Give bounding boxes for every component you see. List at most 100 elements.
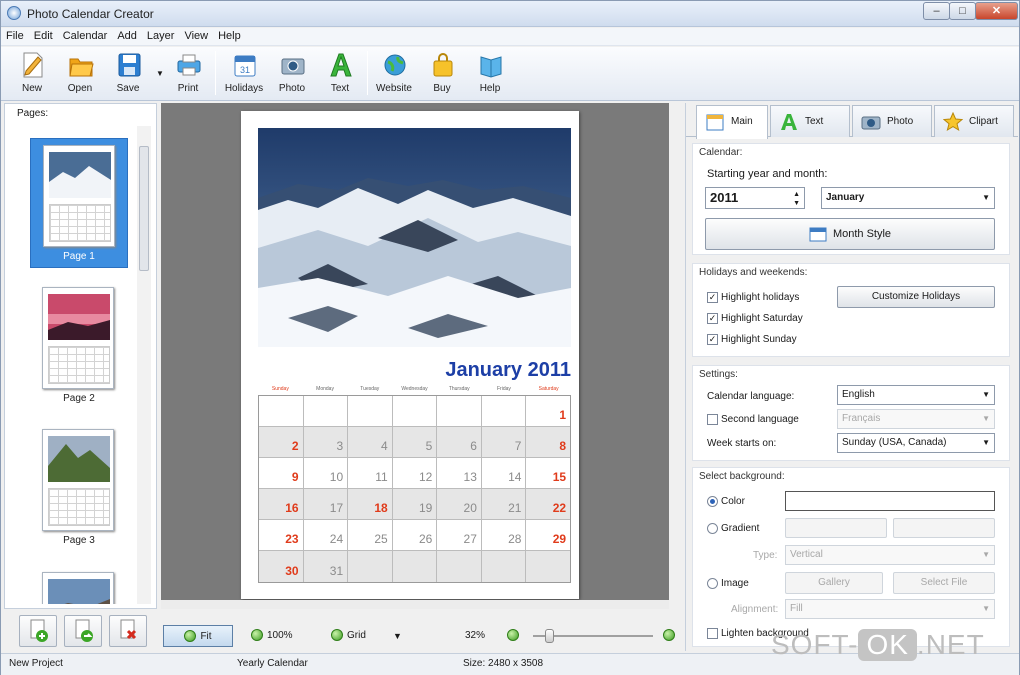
text-button[interactable]: Text <box>317 49 363 99</box>
gradient-radio[interactable] <box>707 523 718 534</box>
second-language-checkbox[interactable] <box>707 414 718 425</box>
image-radio[interactable] <box>707 578 718 589</box>
page-thumb-2[interactable]: Page 2 <box>30 281 128 411</box>
watermark-part-b: OK <box>858 629 917 661</box>
text-a-icon <box>781 114 797 130</box>
highlight-holidays-checkbox[interactable]: ✓ <box>707 292 718 303</box>
canvas-hscrollbar[interactable] <box>161 600 669 609</box>
page-thumb-3[interactable]: Page 3 <box>30 423 128 553</box>
alignment-select[interactable]: Fill ▼ <box>785 599 995 619</box>
calendar-page[interactable]: January 2011 Sunday Monday Tuesday Wedne… <box>241 111 579 599</box>
tab-photo[interactable]: Photo <box>852 105 932 137</box>
mountain-photo[interactable] <box>258 128 571 347</box>
page-thumb-4[interactable] <box>30 566 128 604</box>
page-buttons <box>1 611 161 651</box>
zoom-out-button[interactable] <box>507 625 523 647</box>
zoom-slider[interactable] <box>533 629 653 643</box>
second-language-select[interactable]: Français ▼ <box>837 409 995 429</box>
month-select[interactable]: January ▼ <box>821 187 995 209</box>
thumb-paper <box>42 572 114 604</box>
menu-layer[interactable]: Layer <box>142 28 180 42</box>
day-number: 17 <box>329 501 344 515</box>
grid-button[interactable]: Grid <box>331 625 366 647</box>
close-button[interactable]: ✕ <box>975 2 1018 20</box>
open-button[interactable]: Open <box>57 49 103 99</box>
customize-holidays-button[interactable]: Customize Holidays <box>837 286 995 308</box>
menu-file[interactable]: File <box>1 28 29 42</box>
status-project: New Project <box>9 658 63 669</box>
day-number: 7 <box>514 439 522 453</box>
week-starts-label: Week starts on: <box>707 438 777 449</box>
calendar-language-select[interactable]: English ▼ <box>837 385 995 405</box>
pages-scrollbar-thumb[interactable] <box>139 146 149 271</box>
gallery-button[interactable]: Gallery <box>785 572 883 594</box>
gradient-color-2[interactable] <box>893 518 995 538</box>
zoom-slider-knob[interactable] <box>545 629 554 643</box>
save-button[interactable]: Save <box>105 49 151 99</box>
gradient-color-1[interactable] <box>785 518 887 538</box>
tab-clipart[interactable]: Clipart <box>934 105 1014 137</box>
menu-help[interactable]: Help <box>213 28 246 42</box>
menu-edit[interactable]: Edit <box>29 28 58 42</box>
minimize-button[interactable]: – <box>923 2 950 20</box>
status-calendar-type: Yearly Calendar <box>237 658 308 669</box>
website-button[interactable]: Website <box>371 49 417 99</box>
day-cell: 7 <box>481 427 527 458</box>
month-title[interactable]: January 2011 <box>351 359 571 382</box>
day-cell: 3 <box>303 427 349 458</box>
grid-dropdown-arrow[interactable]: ▼ <box>393 625 402 647</box>
week-row: 16 17 18 19 20 21 22 <box>259 489 571 520</box>
spinner-arrows-icon[interactable]: ▲ ▼ <box>793 190 800 208</box>
photo-camera-icon <box>861 116 881 130</box>
zoom-in-button[interactable] <box>663 625 679 647</box>
thumb-mountain-image <box>49 152 111 198</box>
new-button[interactable]: New <box>9 49 55 99</box>
color-radio[interactable] <box>707 496 718 507</box>
highlight-holidays-label: Highlight holidays <box>721 292 800 303</box>
maximize-button[interactable]: □ <box>949 2 976 20</box>
menu-calendar[interactable]: Calendar <box>58 28 113 42</box>
start-label: Starting year and month: <box>707 168 828 180</box>
tab-text[interactable]: Text <box>770 105 850 137</box>
text-a-icon <box>330 53 352 77</box>
holidays-button[interactable]: 31 Holidays <box>221 49 267 99</box>
photo-button[interactable]: Photo <box>269 49 315 99</box>
menu-add[interactable]: Add <box>112 28 142 42</box>
month-style-button[interactable]: Month Style <box>705 218 995 250</box>
gradient-type-select[interactable]: Vertical ▼ <box>785 545 995 565</box>
fit-button[interactable]: Fit <box>163 625 233 647</box>
week-starts-select[interactable]: Sunday (USA, Canada) ▼ <box>837 433 995 453</box>
buy-button[interactable]: Buy <box>419 49 465 99</box>
help-button[interactable]: Help <box>467 49 513 99</box>
page-thumb-1[interactable]: Page 1 <box>30 138 128 268</box>
add-page-button[interactable] <box>19 615 57 647</box>
pages-scrollbar[interactable] <box>137 126 151 604</box>
color-picker[interactable] <box>785 491 995 511</box>
chevron-down-icon: ▼ <box>982 390 990 399</box>
thumb-calendar-grid <box>48 346 110 384</box>
type-label: Type: <box>753 550 778 561</box>
thumb-paper <box>42 429 114 531</box>
zoom-100-button[interactable]: 100% <box>251 625 293 647</box>
day-cell: 23 <box>259 520 304 551</box>
highlight-saturday-checkbox[interactable]: ✓ <box>707 313 718 324</box>
year-spinner[interactable]: 2011 ▲ ▼ <box>705 187 805 209</box>
delete-page-button[interactable] <box>109 615 147 647</box>
alignment-value: Fill <box>790 603 803 614</box>
day-number: 30 <box>285 564 299 578</box>
highlight-sunday-checkbox[interactable]: ✓ <box>707 334 718 345</box>
tab-main[interactable]: Main <box>696 105 768 139</box>
save-dropdown-arrow[interactable]: ▼ <box>156 69 164 78</box>
buy-label: Buy <box>433 83 451 94</box>
duplicate-page-button[interactable] <box>64 615 102 647</box>
day-number: 31 <box>329 564 344 578</box>
day-cell: 5 <box>392 427 438 458</box>
lighten-background-checkbox[interactable] <box>707 628 718 639</box>
select-file-button[interactable]: Select File <box>893 572 995 594</box>
menu-view[interactable]: View <box>179 28 213 42</box>
holidays-label: Holidays <box>224 83 264 94</box>
day-cell: 29 <box>526 520 571 551</box>
print-button[interactable]: Print <box>165 49 211 99</box>
day-number: 20 <box>463 501 477 515</box>
day-number: 9 <box>291 470 299 484</box>
